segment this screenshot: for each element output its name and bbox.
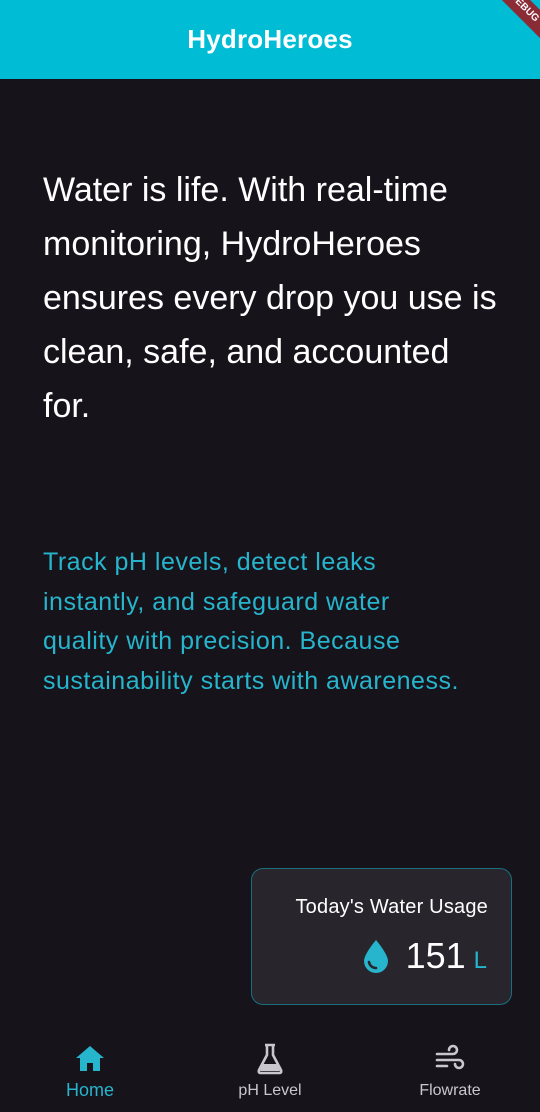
usage-value: 151: [405, 935, 466, 976]
water-drop-icon: [363, 940, 388, 973]
nav-label-flowrate: Flowrate: [419, 1082, 481, 1099]
nav-label-ph-level: pH Level: [238, 1082, 302, 1099]
usage-unit: L: [473, 947, 487, 974]
nav-item-ph-level[interactable]: pH Level: [180, 1042, 360, 1100]
app-bar: HydroHeroes: [0, 0, 540, 79]
water-usage-card[interactable]: Today's Water Usage 151 L: [251, 868, 512, 1005]
flask-icon: [257, 1043, 283, 1075]
app-title: HydroHeroes: [187, 24, 353, 54]
usage-card-title: Today's Water Usage: [295, 896, 488, 918]
nav-item-flowrate[interactable]: Flowrate: [360, 1042, 540, 1100]
wind-icon: [435, 1044, 465, 1070]
description-text: Track pH levels, detect leaks instantly,…: [43, 548, 459, 695]
bottom-navigation: Home pH Level Flowrate: [0, 1030, 540, 1112]
usage-value-row: 151 L: [362, 935, 487, 977]
main-content: Water is life. With real-time monitoring…: [43, 163, 513, 433]
nav-item-home[interactable]: Home: [0, 1042, 180, 1101]
nav-label-home: Home: [65, 1080, 114, 1100]
home-icon: [76, 1046, 104, 1071]
headline-text: Water is life. With real-time monitoring…: [43, 171, 497, 425]
